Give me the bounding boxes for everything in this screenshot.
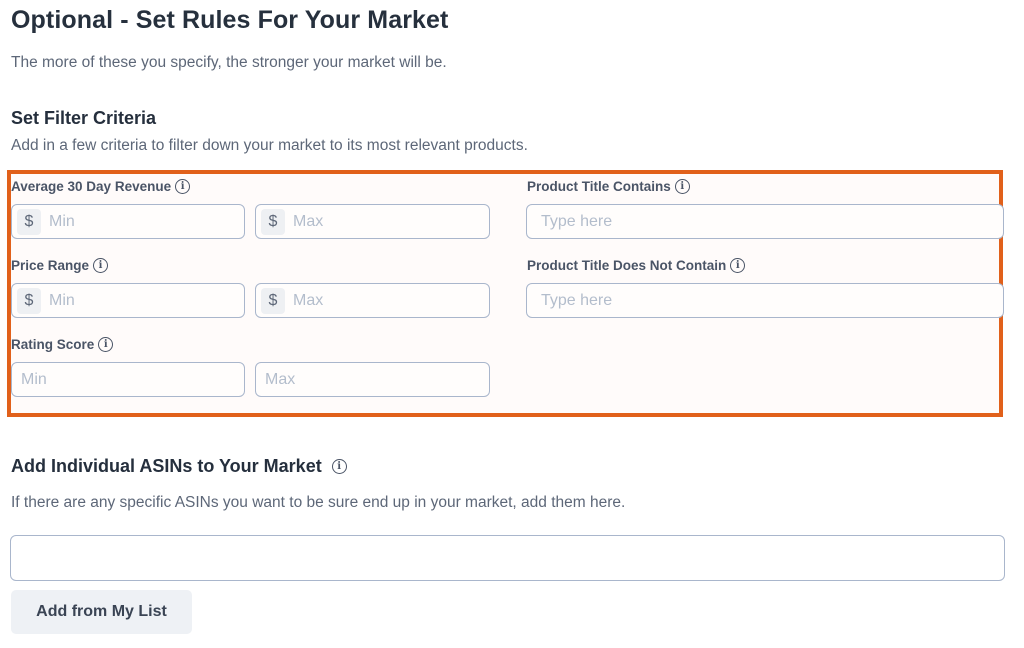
title-contains-input[interactable] [527,205,1003,238]
rating-score-max-input[interactable] [256,363,489,396]
asin-input[interactable] [11,536,1004,580]
title-contains-field[interactable] [526,204,1004,239]
asin-input-field[interactable] [10,535,1005,581]
dollar-prefix-icon: $ [261,287,285,314]
price-range-label-text: Price Range [11,258,90,273]
info-icon[interactable]: i [93,258,109,273]
dollar-prefix-icon: $ [17,287,41,314]
info-icon[interactable]: i [98,337,114,352]
rating-score-max-field[interactable] [255,362,490,397]
filter-section-title: Set Filter Criteria [11,108,157,128]
title-not-contains-label: Product Title Does Not Contain i [527,258,746,273]
title-contains-label: Product Title Contains i [527,179,690,194]
avg-revenue-label: Average 30 Day Revenue i [11,179,191,194]
rating-score-min-field[interactable] [11,362,245,397]
price-range-max-input[interactable] [285,284,489,317]
avg-revenue-max-field[interactable]: $ [255,204,490,239]
info-icon[interactable]: i [331,459,347,474]
price-range-max-field[interactable]: $ [255,283,490,318]
avg-revenue-min-input[interactable] [41,205,244,238]
title-contains-label-text: Product Title Contains [527,179,671,194]
asin-section-title: Add Individual ASINs to Your Market i [11,456,347,477]
info-icon[interactable]: i [175,179,191,194]
price-range-min-input[interactable] [41,284,244,317]
dollar-prefix-icon: $ [17,208,41,235]
dollar-prefix-icon: $ [261,208,285,235]
page-subtitle: The more of these you specify, the stron… [11,54,447,71]
rating-score-label-text: Rating Score [11,337,95,352]
rating-score-label: Rating Score i [11,337,114,352]
filter-section-description: Add in a few criteria to filter down you… [11,137,528,154]
asin-section-title-text: Add Individual ASINs to Your Market [11,456,322,476]
title-not-contains-input[interactable] [527,284,1003,317]
title-not-contains-label-text: Product Title Does Not Contain [527,258,727,273]
price-range-label: Price Range i [11,258,109,273]
info-icon[interactable]: i [730,258,746,273]
add-from-my-list-button[interactable]: Add from My List [11,590,192,634]
rating-score-min-input[interactable] [12,363,244,396]
price-range-min-field[interactable]: $ [11,283,245,318]
asin-section-description: If there are any specific ASINs you want… [11,494,626,511]
avg-revenue-label-text: Average 30 Day Revenue [11,179,172,194]
avg-revenue-min-field[interactable]: $ [11,204,245,239]
page-title: Optional - Set Rules For Your Market [11,6,449,34]
avg-revenue-max-input[interactable] [285,205,489,238]
info-icon[interactable]: i [674,179,690,194]
title-not-contains-field[interactable] [526,283,1004,318]
